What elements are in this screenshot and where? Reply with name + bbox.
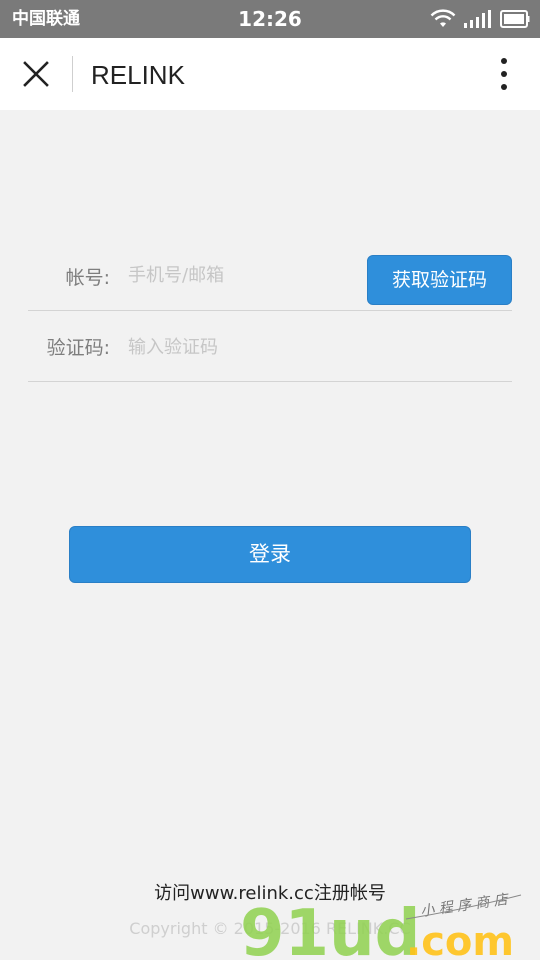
code-row: 验证码: xyxy=(28,314,512,382)
get-code-button[interactable]: 获取验证码 xyxy=(367,255,512,305)
page-title: RELINK xyxy=(91,60,185,90)
copyright-text: Copyright © 2015-2016 RELINK.CC xyxy=(129,919,411,938)
battery-icon xyxy=(500,10,530,28)
login-button[interactable]: 登录 xyxy=(69,526,471,583)
close-button[interactable] xyxy=(14,52,58,96)
more-vertical-icon xyxy=(501,58,507,90)
signal-icon xyxy=(464,10,491,28)
code-label: 验证码: xyxy=(46,337,110,359)
wifi-icon xyxy=(430,9,456,27)
code-input[interactable] xyxy=(128,332,358,362)
more-menu-button[interactable] xyxy=(484,52,524,96)
account-row: 帐号: 获取验证码 xyxy=(28,246,512,311)
status-time: 12:26 xyxy=(238,7,302,31)
nav-bar: RELINK xyxy=(0,38,540,110)
account-input[interactable] xyxy=(128,260,358,290)
account-label: 帐号: xyxy=(65,267,110,289)
status-bar: 中国联通 12:26 xyxy=(0,0,540,38)
nav-divider xyxy=(72,56,73,92)
close-icon xyxy=(23,61,49,87)
register-link[interactable]: 访问www.relink.cc注册帐号 xyxy=(0,882,540,906)
